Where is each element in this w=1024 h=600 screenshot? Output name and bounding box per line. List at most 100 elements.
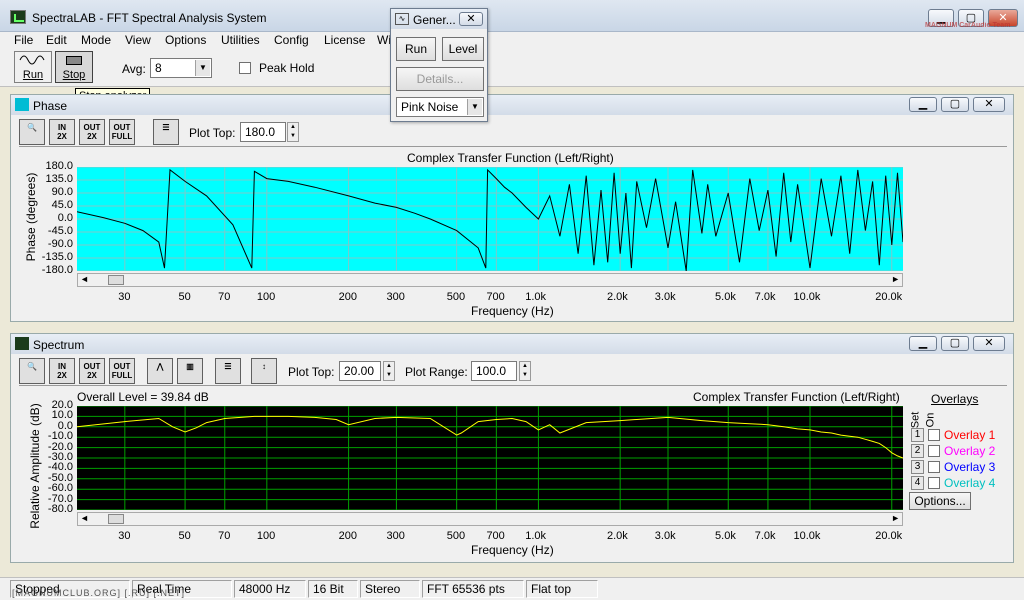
spectrum-plot-top-input[interactable]: 20.00 <box>339 361 381 381</box>
phase-zoom-icon[interactable]: 🔍 <box>19 119 45 145</box>
phase-scroll-right-icon[interactable]: ► <box>891 274 900 284</box>
phase-x-tick-label: 1.0k <box>525 291 546 303</box>
run-button[interactable]: Run <box>14 51 52 83</box>
overlay-set-button[interactable]: 3 <box>911 460 924 474</box>
phase-x-tick-label: 5.0k <box>715 291 736 303</box>
spectrum-plot-range-spinner[interactable]: ▲ ▼ <box>519 361 531 381</box>
spectrum-minimize-button[interactable]: ▁ <box>909 336 937 351</box>
overlay-on-checkbox[interactable] <box>928 477 940 489</box>
generator-details-button[interactable]: Details... <box>396 67 484 91</box>
spectrum-scrollbar[interactable]: ◄ ► <box>77 512 903 526</box>
spectrum-plot-top-label: Plot Top: <box>288 365 335 379</box>
spectrum-scroll-left-icon[interactable]: ◄ <box>80 513 89 523</box>
menu-view[interactable]: View <box>125 33 151 47</box>
generator-run-button[interactable]: Run <box>396 37 436 61</box>
generator-close-button[interactable]: ✕ <box>459 12 483 26</box>
phase-y-tick-label: -45.0 <box>47 225 73 237</box>
overlay-set-button[interactable]: 2 <box>911 444 924 458</box>
overlay-label: Overlay 3 <box>944 460 996 474</box>
generator-level-button[interactable]: Level <box>442 37 484 61</box>
generator-icon: ∿ <box>395 13 409 25</box>
phase-zoom-out-2x-icon[interactable]: OUT 2X <box>79 119 105 145</box>
menu-utilities[interactable]: Utilities <box>221 33 260 47</box>
phase-scrollbar[interactable]: ◄ ► <box>77 273 903 287</box>
spectrum-range-icon[interactable]: ↕ <box>251 358 277 384</box>
peak-hold-checkbox[interactable] <box>239 62 251 74</box>
overlay-set-button[interactable]: 4 <box>911 476 924 490</box>
phase-plot-top-spinner[interactable]: ▲ ▼ <box>287 122 299 142</box>
peak-hold-label: Peak Hold <box>259 61 315 75</box>
spectrum-x-tick-label: 300 <box>386 530 405 542</box>
phase-y-tick-label: -135.0 <box>41 251 73 263</box>
overlay-on-checkbox[interactable] <box>928 461 940 473</box>
overlay-on-checkbox[interactable] <box>928 445 940 457</box>
spectrum-x-tick-label: 7.0k <box>754 530 776 542</box>
spectrum-peak-icon[interactable]: ⋀ <box>147 358 173 384</box>
spectrum-plot-range-input[interactable]: 100.0 <box>471 361 517 381</box>
spectrum-zoom-in-2x-icon[interactable]: IN 2X <box>49 358 75 384</box>
spectrum-x-tick-label: 5.0k <box>715 530 736 542</box>
phase-y-tick-label: 90.0 <box>51 186 73 198</box>
stop-icon <box>66 56 82 65</box>
overall-level: Overall Level = 39.84 dB <box>77 390 209 404</box>
menu-options[interactable]: Options <box>165 33 206 47</box>
phase-x-tick-label: 300 <box>386 291 405 303</box>
spectrum-close-button[interactable]: ✕ <box>973 336 1005 351</box>
spectrum-x-tick-label: 700 <box>486 530 505 542</box>
phase-x-axis-label: Frequency (Hz) <box>471 304 554 318</box>
phase-scroll-thumb[interactable] <box>108 275 124 285</box>
phase-close-button[interactable]: ✕ <box>973 97 1005 112</box>
generator-signal-select[interactable]: Pink Noise ▼ <box>396 97 484 117</box>
phase-x-tick-label: 20.0k <box>875 291 903 303</box>
overlay-on-checkbox[interactable] <box>928 429 940 441</box>
phase-chart-title: Complex Transfer Function (Left/Right) <box>407 151 614 165</box>
spectrum-panel-title: Spectrum <box>33 338 85 352</box>
overlay-label: Overlay 2 <box>944 444 996 458</box>
menu-edit[interactable]: Edit <box>46 33 67 47</box>
spectrum-zoom-out-full-icon[interactable]: OUT FULL <box>109 358 135 384</box>
phase-scroll-left-icon[interactable]: ◄ <box>80 274 89 284</box>
phase-maximize-button[interactable]: ▢ <box>941 97 969 112</box>
spectrum-scroll-thumb[interactable] <box>108 514 124 524</box>
phase-plot[interactable] <box>77 167 903 271</box>
avg-value: 8 <box>155 61 162 75</box>
phase-settings-icon[interactable]: ☰ <box>153 119 179 145</box>
status-fft-size: FFT 65536 pts <box>422 580 524 598</box>
avg-select[interactable]: 8 ▼ <box>150 58 212 78</box>
spectrum-x-tick-label: 3.0k <box>654 530 676 542</box>
phase-x-tick-label: 7.0k <box>754 291 776 303</box>
menu-license[interactable]: License <box>324 33 365 47</box>
menu-file[interactable]: File <box>14 33 33 47</box>
app-titlebar: SpectraLAB - FFT Spectral Analysis Syste… <box>0 0 1024 32</box>
overlay-label: Overlay 4 <box>944 476 996 490</box>
phase-plot-top-label: Plot Top: <box>189 126 236 140</box>
status-watermark: [MAGNUMCLUB.ORG] [.RU] [.NET] <box>12 588 186 598</box>
spectrum-divider <box>19 385 1007 386</box>
phase-x-tick-label: 500 <box>446 291 466 303</box>
phase-zoom-in-2x-icon[interactable]: IN 2X <box>49 119 75 145</box>
spectrum-scroll-right-icon[interactable]: ► <box>891 513 900 523</box>
phase-x-tick-label: 50 <box>178 291 191 303</box>
phase-plot-top-input[interactable]: 180.0 <box>240 122 286 142</box>
spectrum-plot[interactable] <box>77 406 903 510</box>
menu-config[interactable]: Config <box>274 33 309 47</box>
phase-zoom-out-full-icon[interactable]: OUT FULL <box>109 119 135 145</box>
status-window: Flat top <box>526 580 598 598</box>
menu-window[interactable]: Wi <box>377 33 391 47</box>
overlay-set-button[interactable]: 1 <box>911 428 924 442</box>
spectrum-settings-icon[interactable]: ☰ <box>215 358 241 384</box>
spectrum-zoom-out-2x-icon[interactable]: OUT 2X <box>79 358 105 384</box>
spectrum-plot-top-spinner[interactable]: ▲ ▼ <box>383 361 395 381</box>
phase-minimize-button[interactable]: ▁ <box>909 97 937 112</box>
generator-signal-value: Pink Noise <box>401 100 459 114</box>
window-title: SpectraLAB - FFT Spectral Analysis Syste… <box>32 11 267 25</box>
spectrum-maximize-button[interactable]: ▢ <box>941 336 969 351</box>
spectrum-x-tick-label: 50 <box>178 530 191 542</box>
menu-mode[interactable]: Mode <box>81 33 111 47</box>
overlays-options-button[interactable]: Options... <box>909 492 971 510</box>
stop-button[interactable]: Stop <box>55 51 93 83</box>
spectrum-zoom-icon[interactable]: 🔍 <box>19 358 45 384</box>
spectrum-bars-icon[interactable]: ▥ <box>177 358 203 384</box>
generator-window: ∿ Gener... ✕ Run Level Details... Pink N… <box>390 8 488 122</box>
spectrum-x-tick-label: 10.0k <box>793 530 821 542</box>
